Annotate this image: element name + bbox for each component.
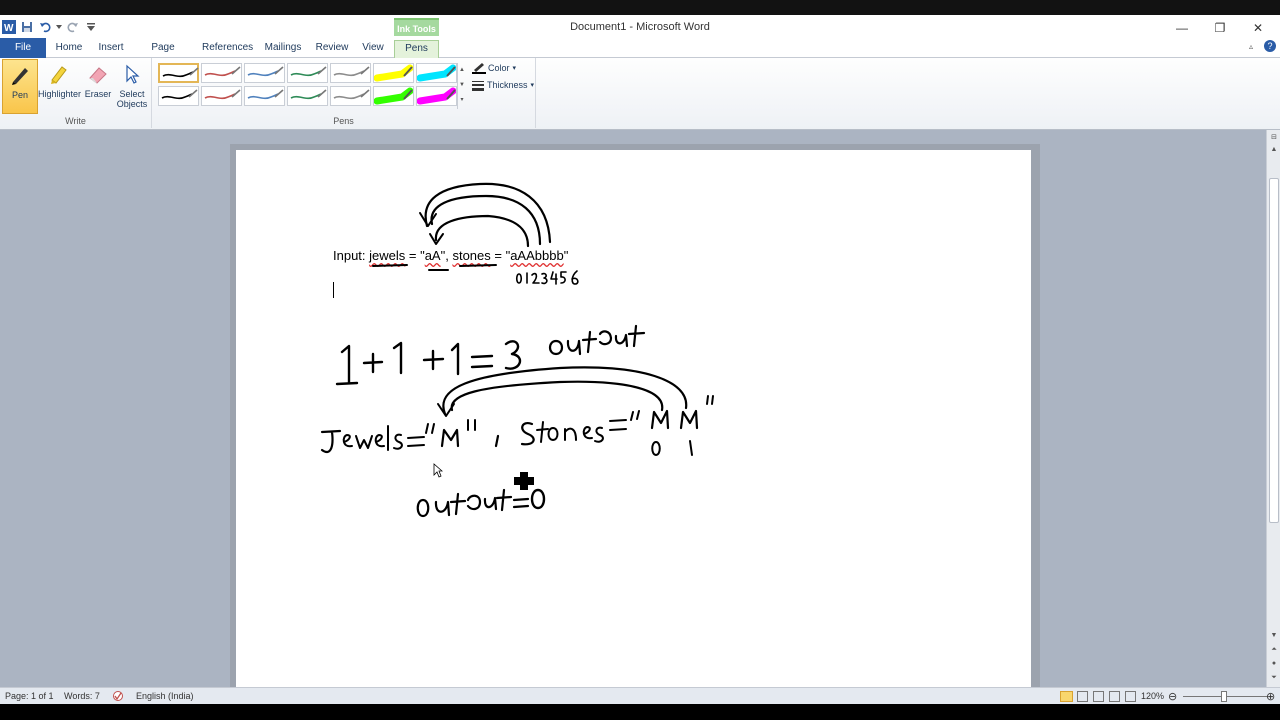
print-layout-view-icon[interactable] [1060,691,1073,702]
eraser-cursor-icon [514,472,534,490]
select-browse-object-icon[interactable]: ● [1267,658,1280,670]
scroll-up-icon[interactable]: ▲ [1267,144,1280,156]
screen-bottom-bar [0,704,1280,720]
word-window: W Document1 - Microsoft Word Ink Tools —… [0,0,1280,720]
outline-view-icon[interactable] [1109,691,1120,702]
proofing-icon[interactable] [112,691,124,704]
scroll-thumb[interactable] [1269,178,1279,523]
zoom-out-icon[interactable]: ⊖ [1168,690,1177,703]
word-count[interactable]: Words: 7 [64,691,100,701]
next-page-icon[interactable]: ⏷ [1267,672,1280,684]
zoom-in-icon[interactable]: ⊕ [1266,690,1275,703]
status-bar: Page: 1 of 1 Words: 7 English (India) 12… [0,687,1280,704]
page-count[interactable]: Page: 1 of 1 [5,691,54,701]
ruler-toggle-icon[interactable]: ⊟ [1267,132,1280,144]
ink-annotations [320,182,714,518]
zoom-slider-handle[interactable] [1221,691,1227,702]
draft-view-icon[interactable] [1125,691,1136,702]
web-layout-icon[interactable] [1093,691,1104,702]
zoom-level[interactable]: 120% [1141,691,1164,701]
language-indicator[interactable]: English (India) [136,691,194,701]
vertical-scrollbar[interactable]: ⊟ ▲ ▼ ⏶ ● ⏷ [1266,130,1280,687]
full-screen-reading-icon[interactable] [1077,691,1088,702]
mouse-pointer-icon [433,463,443,478]
previous-page-icon[interactable]: ⏶ [1267,644,1280,656]
scroll-down-icon[interactable]: ▼ [1267,630,1280,642]
